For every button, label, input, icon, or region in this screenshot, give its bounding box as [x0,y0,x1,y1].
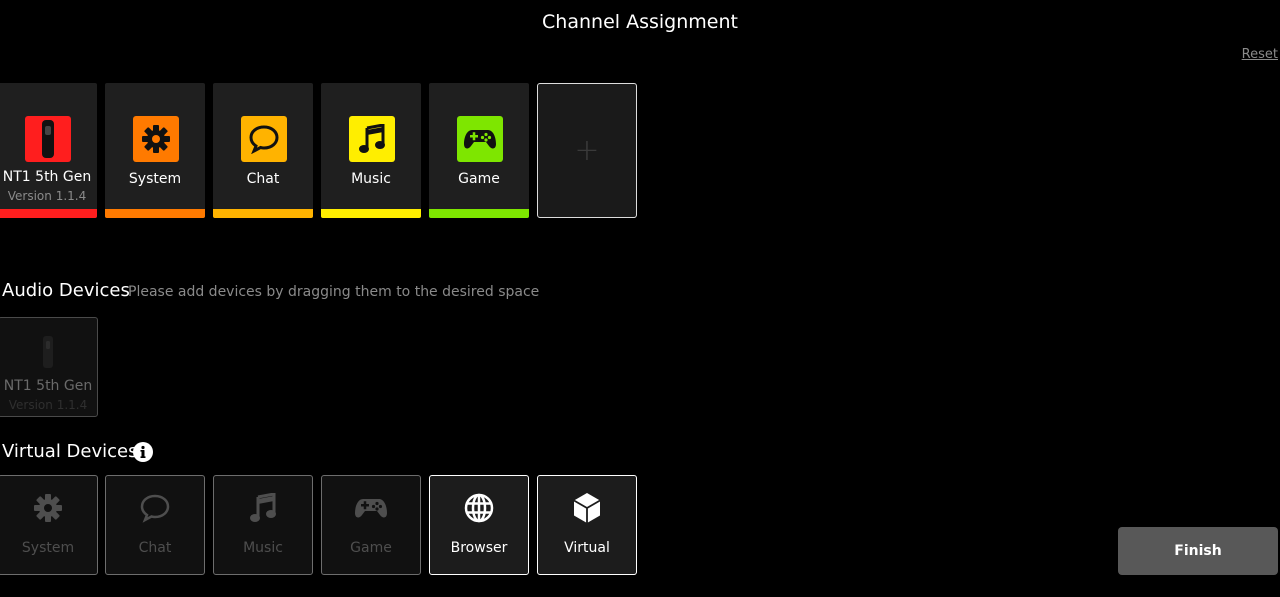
audio-device-nt1-5th-gen[interactable]: NT1 5th Gen Version 1.1.4 [0,317,98,417]
virtual-devices-title: Virtual Devices [2,441,138,462]
channel-label: NT1 5th Gen [2,169,92,185]
virtual-device-label: Chat [138,540,172,556]
gear-icon [133,116,179,162]
virtual-device-music[interactable]: Music [213,475,313,575]
cube-icon [538,492,636,524]
virtual-device-chat[interactable]: Chat [105,475,205,575]
virtual-device-virtual[interactable]: Virtual [537,475,637,575]
device-version: Version 1.1.4 [8,398,88,412]
virtual-device-label: Virtual [564,540,610,556]
channel-color-bar [321,209,421,218]
channel-color-bar [429,209,529,218]
audio-devices-title: Audio Devices [2,280,130,301]
music-note-icon [214,492,312,524]
channel-label: Game [458,171,500,187]
channel-color-bar [213,209,313,218]
virtual-device-label: Browser [450,540,508,556]
add-channel-button[interactable]: + [537,83,637,218]
channel-label: Chat [246,171,280,187]
chat-bubble-icon [241,116,287,162]
virtual-device-browser[interactable]: Browser [429,475,529,575]
chat-bubble-icon [106,492,204,524]
gamepad-icon [457,116,503,162]
virtual-device-system[interactable]: System [0,475,98,575]
channel-label: Music [351,171,391,187]
gamepad-icon [322,492,420,524]
channel-chat[interactable]: Chat [213,83,313,218]
microphone-icon [0,336,97,368]
audio-devices-hint: Please add devices by dragging them to t… [128,284,540,300]
plus-icon: + [574,132,600,168]
page-title: Channel Assignment [542,11,738,33]
virtual-device-label: Music [243,540,283,556]
info-icon[interactable] [133,442,153,462]
device-label: NT1 5th Gen [3,378,93,394]
globe-icon [430,492,528,524]
reset-link[interactable]: Reset [1242,47,1278,62]
channel-music[interactable]: Music [321,83,421,218]
microphone-icon [25,116,71,162]
virtual-device-game[interactable]: Game [321,475,421,575]
gear-icon [0,492,97,524]
channel-color-bar [0,209,97,218]
channel-game[interactable]: Game [429,83,529,218]
channel-label: System [128,171,182,187]
finish-button[interactable]: Finish [1118,527,1278,575]
channel-version: Version 1.1.4 [7,189,87,203]
virtual-device-label: Game [350,540,392,556]
channel-color-bar [105,209,205,218]
channel-nt1-5th-gen[interactable]: NT1 5th Gen Version 1.1.4 [0,83,97,218]
channel-system[interactable]: System [105,83,205,218]
virtual-device-label: System [21,540,75,556]
music-note-icon [349,116,395,162]
